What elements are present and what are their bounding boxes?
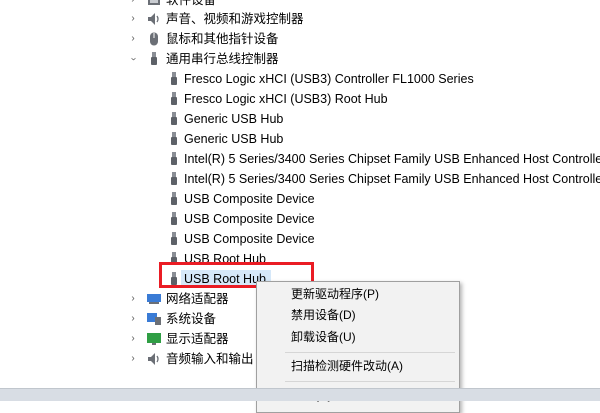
usb-plug-icon (171, 132, 177, 145)
usb-device-item[interactable]: USB Root Hub (0, 249, 600, 269)
usb-device-label: USB Root Hub (184, 272, 266, 286)
expand-arrow-icon[interactable]: › (128, 289, 138, 309)
tree-node-sound-video-game[interactable]: › 声音、视频和游戏控制器 (0, 9, 600, 29)
expand-arrow-icon[interactable]: › (128, 309, 138, 329)
tree-node-label: 系统设备 (166, 312, 217, 326)
usb-plug-icon (171, 232, 177, 245)
collapse-arrow-icon[interactable]: › (123, 54, 143, 64)
tree-node-label: 网络适配器 (166, 292, 229, 306)
usb-device-label: Fresco Logic xHCI (USB3) Root Hub (184, 92, 388, 106)
usb-plug-icon (171, 152, 177, 165)
usb-device-item[interactable]: Intel(R) 5 Series/3400 Series Chipset Fa… (0, 169, 600, 189)
tree-node-usb-controllers[interactable]: › 通用串行总线控制器 (0, 49, 600, 69)
expand-arrow-icon[interactable]: › (128, 329, 138, 349)
menu-item-update-driver[interactable]: 更新驱动程序(P) (291, 283, 379, 305)
menu-item-scan-hardware[interactable]: 扫描检测硬件改动(A) (291, 355, 403, 377)
taskbar (0, 388, 600, 401)
network-adapter-icon (147, 294, 161, 304)
usb-device-item[interactable]: Fresco Logic xHCI (USB3) Root Hub (0, 89, 600, 109)
mouse-icon (150, 32, 158, 46)
usb-device-label: Intel(R) 5 Series/3400 Series Chipset Fa… (184, 172, 600, 186)
audio-io-icon (148, 353, 159, 365)
tree-node-mouse-pointing[interactable]: › 鼠标和其他指针设备 (0, 29, 600, 49)
usb-device-label: Generic USB Hub (184, 112, 284, 126)
expand-arrow-icon[interactable]: › (128, 349, 138, 369)
usb-device-label: Fresco Logic xHCI (USB3) Controller FL10… (184, 72, 474, 86)
usb-plug-icon (171, 72, 177, 85)
usb-device-item[interactable]: USB Composite Device (0, 189, 600, 209)
speaker-icon (148, 13, 159, 25)
tree-node-label: 声音、视频和游戏控制器 (166, 12, 304, 26)
usb-device-label: USB Root Hub (184, 252, 266, 266)
usb-device-item[interactable]: USB Composite Device (0, 209, 600, 229)
usb-plug-icon (171, 252, 177, 265)
expand-arrow-icon[interactable]: › (128, 29, 138, 49)
usb-plug-icon (171, 112, 177, 125)
usb-controller-icon (151, 52, 157, 65)
usb-device-item[interactable]: Generic USB Hub (0, 109, 600, 129)
usb-plug-icon (171, 192, 177, 205)
usb-device-label: USB Composite Device (184, 212, 315, 226)
usb-device-item[interactable]: USB Composite Device (0, 229, 600, 249)
menu-item-disable-device[interactable]: 禁用设备(D) (291, 304, 356, 326)
tree-node-label: 显示适配器 (166, 332, 229, 346)
usb-device-item[interactable]: Fresco Logic xHCI (USB3) Controller FL10… (0, 69, 600, 89)
tree-node-label: 鼠标和其他指针设备 (166, 32, 279, 46)
usb-device-label: Generic USB Hub (184, 132, 284, 146)
usb-device-label: USB Composite Device (184, 232, 315, 246)
tree-node-label: 通用串行总线控制器 (166, 52, 279, 66)
usb-plug-icon (171, 272, 177, 285)
menu-separator (285, 352, 455, 353)
menu-item-uninstall-device[interactable]: 卸载设备(U) (291, 326, 356, 348)
usb-plug-icon (171, 92, 177, 105)
usb-plug-icon (171, 212, 177, 225)
usb-plug-icon (171, 172, 177, 185)
display-adapter-icon (147, 333, 161, 345)
usb-device-label: USB Composite Device (184, 192, 315, 206)
system-device-icon (147, 313, 161, 325)
expand-arrow-icon[interactable]: › (128, 9, 138, 29)
menu-separator (285, 381, 455, 382)
tree-node-label: 音频输入和输出 (166, 352, 254, 366)
software-device-icon (148, 0, 160, 5)
usb-device-item[interactable]: Intel(R) 5 Series/3400 Series Chipset Fa… (0, 149, 600, 169)
usb-device-item[interactable]: Generic USB Hub (0, 129, 600, 149)
usb-device-label: Intel(R) 5 Series/3400 Series Chipset Fa… (184, 152, 600, 166)
